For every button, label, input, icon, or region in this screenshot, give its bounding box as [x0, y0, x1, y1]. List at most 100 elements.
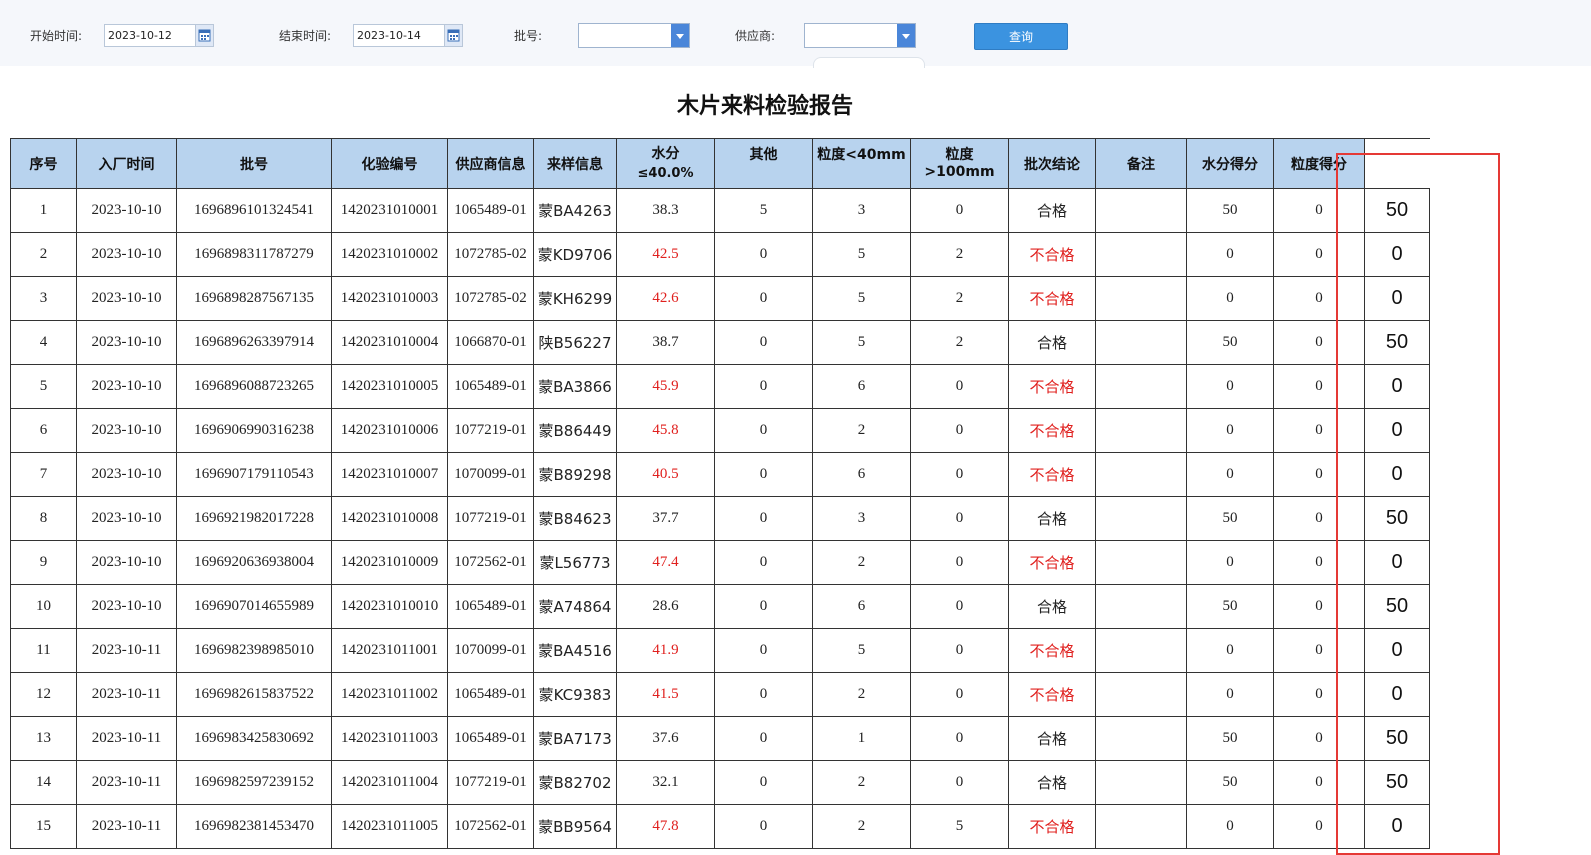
cell-moisture-score: 50	[1186, 496, 1274, 541]
cell-batch: 1696898311787279	[176, 232, 332, 277]
cell-conclusion: 不合格	[1008, 672, 1096, 717]
cell-moisture-score: 0	[1186, 672, 1274, 717]
end-date-field[interactable]	[353, 24, 463, 47]
cell-total: 0	[1364, 276, 1430, 321]
cell-moisture: 42.6	[616, 276, 715, 321]
cell-other: 0	[714, 760, 813, 805]
cell-total: 0	[1364, 540, 1430, 585]
cell-supplier: 1070099-01	[447, 628, 534, 673]
cell-seq: 11	[10, 628, 77, 673]
supplier-select[interactable]	[804, 23, 916, 48]
chevron-down-icon[interactable]	[897, 24, 915, 47]
cell-size-large: 0	[910, 364, 1009, 409]
col-moisture: 水分 ≤40.0%	[616, 138, 715, 189]
moisture-header-top: 水分	[651, 145, 680, 162]
cell-supplier: 1072562-01	[447, 540, 534, 585]
cell-size-large: 0	[910, 628, 1009, 673]
cell-remark	[1095, 716, 1187, 761]
cell-seq: 15	[10, 804, 77, 849]
cell-size-small: 6	[812, 584, 911, 629]
cell-size-score: 0	[1273, 408, 1365, 453]
cell-remark	[1095, 320, 1187, 365]
cell-seq: 12	[10, 672, 77, 717]
cell-entry-time: 2023-10-10	[76, 496, 177, 541]
cell-size-small: 3	[812, 496, 911, 541]
table-row: 10 2023-10-10 1696907014655989 142023101001…	[10, 584, 1430, 629]
chevron-down-icon[interactable]	[671, 24, 689, 47]
supplier-label: 供应商:	[735, 29, 776, 43]
table-row: 13 2023-10-11 1696983425830692 142023101100…	[10, 716, 1430, 761]
cell-entry-time: 2023-10-10	[76, 452, 177, 497]
cell-test-no: 1420231011003	[331, 716, 448, 761]
cell-batch: 1696896088723265	[176, 364, 332, 409]
cell-size-large: 0	[910, 496, 1009, 541]
cell-test-no: 1420231010009	[331, 540, 448, 585]
cell-batch: 1696896263397914	[176, 320, 332, 365]
end-date-input[interactable]	[354, 25, 449, 46]
cell-supplier: 1065489-01	[447, 188, 534, 233]
start-time-label: 开始时间:	[30, 29, 83, 43]
table-row: 1 2023-10-10 1696896101324541 1420231010001…	[10, 188, 1430, 233]
cell-size-small: 2	[812, 760, 911, 805]
cell-moisture: 32.1	[616, 760, 715, 805]
cell-size-large: 0	[910, 584, 1009, 629]
cell-remark	[1095, 628, 1187, 673]
cell-conclusion: 合格	[1008, 716, 1096, 761]
col-moisture-score: 水分得分	[1186, 138, 1274, 189]
report-title: 木片来料检验报告	[676, 94, 853, 119]
cell-remark	[1095, 188, 1187, 233]
cell-seq: 10	[10, 584, 77, 629]
cell-batch: 1696983425830692	[176, 716, 332, 761]
calendar-icon[interactable]	[444, 25, 462, 46]
cell-entry-time: 2023-10-10	[76, 540, 177, 585]
col-conclusion: 批次结论	[1008, 138, 1096, 189]
table-row: 15 2023-10-11 1696982381453470 142023101100…	[10, 804, 1430, 849]
col-remark: 备注	[1095, 138, 1187, 189]
query-button[interactable]: 查询	[974, 23, 1068, 50]
cell-total: 0	[1364, 408, 1430, 453]
cell-entry-time: 2023-10-11	[76, 804, 177, 849]
cell-size-score: 0	[1273, 672, 1365, 717]
cell-size-large: 2	[910, 276, 1009, 321]
cell-entry-time: 2023-10-10	[76, 276, 177, 321]
cell-total: 0	[1364, 232, 1430, 277]
col-size-score: 粒度得分	[1273, 138, 1365, 189]
cell-sample: 蒙BA4263	[533, 188, 617, 233]
col-total-blank	[1364, 138, 1430, 189]
cell-size-small: 5	[812, 320, 911, 365]
moisture-header-limit: ≤40.0%	[637, 165, 694, 181]
calendar-icon[interactable]	[195, 25, 213, 46]
cell-size-score: 0	[1273, 804, 1365, 849]
cell-moisture: 38.7	[616, 320, 715, 365]
table-row: 2 2023-10-10 1696898311787279 1420231010002…	[10, 232, 1430, 277]
collapse-handle[interactable]	[813, 57, 925, 68]
start-date-field[interactable]	[104, 24, 214, 47]
start-date-input[interactable]	[105, 25, 200, 46]
filter-toolbar: 开始时间: 结束时间: 批号: 供应商: 查询	[0, 0, 1591, 68]
cell-moisture: 45.9	[616, 364, 715, 409]
cell-size-score: 0	[1273, 364, 1365, 409]
cell-other: 0	[714, 628, 813, 673]
cell-size-large: 2	[910, 320, 1009, 365]
cell-test-no: 1420231010008	[331, 496, 448, 541]
cell-conclusion: 不合格	[1008, 276, 1096, 321]
cell-other: 0	[714, 540, 813, 585]
cell-size-score: 0	[1273, 496, 1365, 541]
cell-moisture: 42.5	[616, 232, 715, 277]
cell-total: 0	[1364, 628, 1430, 673]
cell-batch: 1696982597239152	[176, 760, 332, 805]
cell-test-no: 1420231011005	[331, 804, 448, 849]
cell-other: 0	[714, 804, 813, 849]
cell-size-small: 2	[812, 408, 911, 453]
cell-other: 0	[714, 496, 813, 541]
cell-remark	[1095, 760, 1187, 805]
cell-batch: 1696920636938004	[176, 540, 332, 585]
cell-batch: 1696921982017228	[176, 496, 332, 541]
cell-seq: 8	[10, 496, 77, 541]
cell-moisture-score: 50	[1186, 584, 1274, 629]
cell-supplier: 1065489-01	[447, 672, 534, 717]
cell-remark	[1095, 408, 1187, 453]
cell-supplier: 1077219-01	[447, 760, 534, 805]
batch-select[interactable]	[578, 23, 690, 48]
cell-conclusion: 合格	[1008, 496, 1096, 541]
